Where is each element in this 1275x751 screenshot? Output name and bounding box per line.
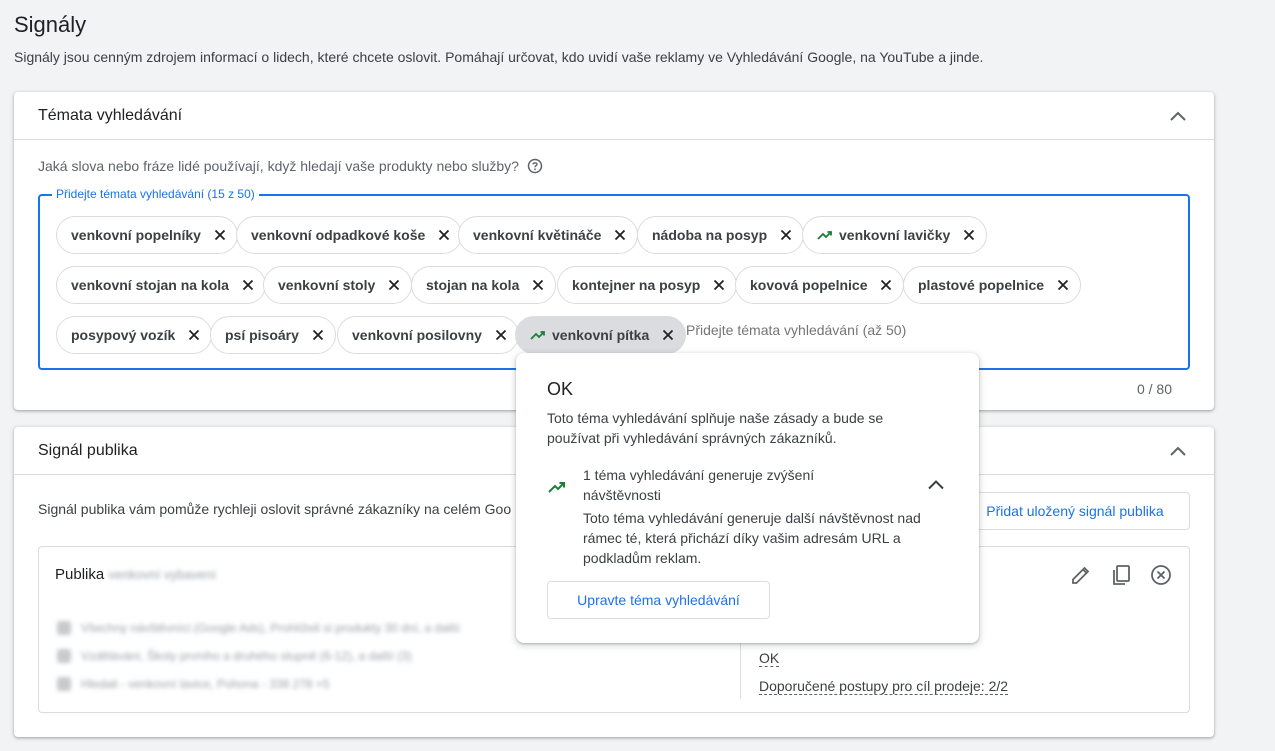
- close-icon[interactable]: [239, 276, 257, 294]
- popup-traffic-text: Toto téma vyhledávání generuje další náv…: [583, 510, 921, 566]
- best-practices-link[interactable]: Doporučené postupy pro cíl prodeje: 2/2: [759, 678, 1009, 695]
- chip-label: venkovní posilovny: [352, 327, 482, 343]
- close-icon[interactable]: [659, 326, 677, 344]
- audience-name: venkovní vybavení: [108, 567, 217, 582]
- search-theme-chip[interactable]: nádoba na posyp: [637, 216, 805, 254]
- search-theme-chip[interactable]: psí pisoáry: [210, 316, 336, 354]
- chevron-up-icon[interactable]: [1166, 439, 1190, 463]
- audience-row-text: Všechny návštěvníci (Google Ads), Prohlí…: [81, 621, 460, 635]
- chip-label: posypový vozík: [71, 327, 176, 343]
- chip-label: psí pisoáry: [225, 327, 299, 343]
- add-saved-audience-button[interactable]: Přidat uložený signál publika: [960, 492, 1190, 530]
- audience-row: Všechny návštěvníci (Google Ads), Prohlí…: [57, 621, 460, 635]
- close-icon[interactable]: [710, 276, 728, 294]
- close-icon[interactable]: [185, 326, 203, 344]
- trending-up-icon: [530, 327, 546, 343]
- audience-row: Hledali - venkovní lavice, Pohona - 338 …: [57, 677, 330, 691]
- popup-text: Toto téma vyhledávání splňuje naše zásad…: [547, 410, 884, 446]
- copy-icon[interactable]: [1109, 563, 1133, 587]
- search-theme-chip[interactable]: venkovní odpadkové koše: [236, 216, 463, 254]
- page-description: Signály jsou cenným zdrojem informací o …: [14, 49, 984, 65]
- search-themes-header[interactable]: Témata vyhledávání: [14, 92, 1214, 140]
- chevron-up-icon[interactable]: [924, 473, 948, 497]
- chip-label: venkovní lavičky: [839, 227, 951, 243]
- chip-label: nádoba na posyp: [652, 227, 768, 243]
- audience-row: Vzdělávání, Školy prvního a druhého stup…: [57, 649, 412, 663]
- search-theme-chip[interactable]: plastové popelnice: [903, 266, 1082, 304]
- search-themes-field[interactable]: Přidejte témata vyhledávání (15 z 50) ve…: [38, 187, 1190, 370]
- search-themes-input[interactable]: [686, 322, 986, 338]
- search-themes-question: Jaká slova nebo fráze lidé používají, kd…: [38, 158, 543, 174]
- chip-label: venkovní odpadkové koše: [251, 227, 426, 243]
- chip-label: venkovní stojan na kola: [71, 277, 229, 293]
- question-text: Jaká slova nebo fráze lidé používají, kd…: [38, 158, 519, 174]
- popup-title: OK: [547, 379, 574, 399]
- chip-label: kontejner na posyp: [572, 277, 701, 293]
- search-theme-chip[interactable]: stojan na kola: [411, 266, 557, 304]
- row-icon: [57, 649, 71, 663]
- close-icon[interactable]: [1054, 276, 1072, 294]
- close-icon[interactable]: [309, 326, 327, 344]
- trending-up-icon: [547, 477, 567, 497]
- chip-label: plastové popelnice: [918, 277, 1045, 293]
- page-title: Signály: [14, 12, 87, 37]
- search-theme-chip[interactable]: venkovní květináče: [458, 216, 639, 254]
- character-counter: 0 / 80: [1136, 381, 1172, 397]
- chevron-up-icon[interactable]: [1166, 104, 1190, 128]
- audience-title: Publika venkovní vybavení: [55, 566, 216, 583]
- search-theme-chip[interactable]: kontejner na posyp: [557, 266, 738, 304]
- audience-signal-title: Signál publika: [38, 441, 138, 459]
- trending-up-icon: [817, 227, 833, 243]
- search-themes-title: Témata vyhledávání: [38, 106, 183, 124]
- search-theme-chip[interactable]: venkovní stoly: [263, 266, 413, 304]
- search-theme-chip[interactable]: posypový vozík: [56, 316, 213, 354]
- search-theme-chip[interactable]: venkovní posilovny: [337, 316, 519, 354]
- chip-label: venkovní stoly: [278, 277, 376, 293]
- close-icon[interactable]: [385, 276, 403, 294]
- close-icon[interactable]: [529, 276, 547, 294]
- row-icon: [57, 677, 71, 691]
- chip-label: venkovní popelníky: [71, 227, 201, 243]
- search-theme-chip[interactable]: kovová popelnice: [735, 266, 905, 304]
- close-icon[interactable]: [877, 276, 895, 294]
- field-label: Přidejte témata vyhledávání (15 z 50): [52, 187, 259, 201]
- close-icon[interactable]: [960, 226, 978, 244]
- search-theme-chip[interactable]: venkovní popelníky: [56, 216, 238, 254]
- search-theme-chip[interactable]: venkovní lavičky: [802, 216, 988, 254]
- close-icon[interactable]: [492, 326, 510, 344]
- remove-icon[interactable]: [1149, 563, 1173, 587]
- audience-signal-description: Signál publika vám pomůže rychleji oslov…: [38, 501, 512, 517]
- search-theme-chip[interactable]: venkovní pítka: [515, 316, 687, 354]
- popup-traffic-title: 1 téma vyhledávání generuje zvýšení návš…: [583, 467, 815, 503]
- close-icon[interactable]: [211, 226, 229, 244]
- audience-status[interactable]: OK: [759, 650, 780, 667]
- edit-icon[interactable]: [1069, 563, 1093, 587]
- help-icon[interactable]: [527, 158, 543, 174]
- audience-row-text: Hledali - venkovní lavice, Pohona - 338 …: [81, 677, 330, 691]
- edit-search-theme-button[interactable]: Upravte téma vyhledávání: [547, 581, 770, 619]
- close-icon[interactable]: [777, 226, 795, 244]
- close-icon[interactable]: [611, 226, 629, 244]
- search-theme-chip[interactable]: venkovní stojan na kola: [56, 266, 266, 304]
- chip-label: venkovní pítka: [552, 327, 650, 343]
- audience-row-text: Vzdělávání, Školy prvního a druhého stup…: [81, 649, 412, 663]
- row-icon: [57, 621, 71, 635]
- chip-label: kovová popelnice: [750, 277, 868, 293]
- search-theme-status-popup: OK Toto téma vyhledávání splňuje naše zá…: [516, 353, 979, 643]
- audience-actions: [1069, 563, 1173, 587]
- audience-label: Publika: [55, 566, 105, 583]
- chip-label: stojan na kola: [426, 277, 520, 293]
- chip-label: venkovní květináče: [473, 227, 602, 243]
- close-icon[interactable]: [435, 226, 453, 244]
